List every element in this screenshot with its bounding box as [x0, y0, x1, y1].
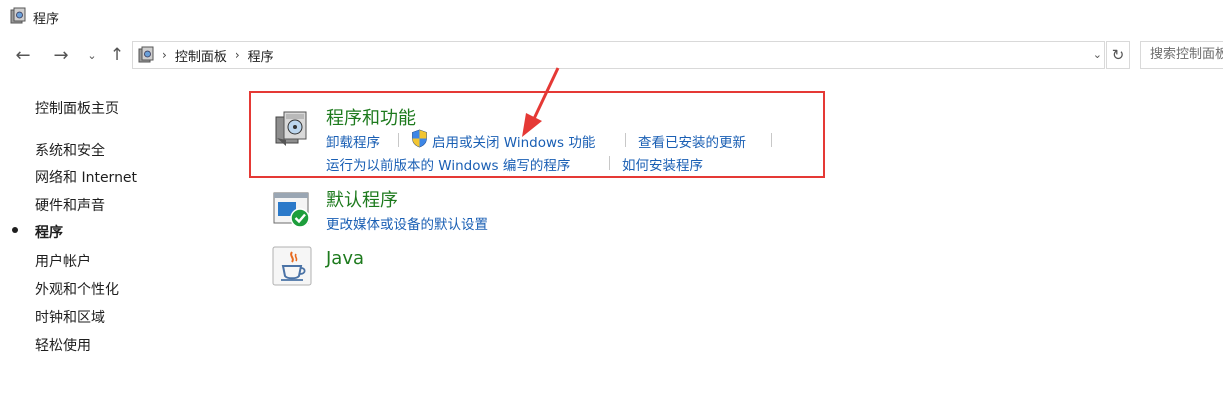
link-separator	[398, 133, 399, 147]
chevron-right-icon: ›	[162, 48, 167, 62]
title-bar: 程序	[0, 0, 1223, 34]
link-separator	[625, 133, 626, 147]
programs-features-title[interactable]: 程序和功能	[326, 104, 416, 130]
programs-icon	[138, 46, 154, 63]
java-icon	[272, 246, 312, 286]
sidebar-item-programs[interactable]: 程序	[35, 222, 63, 242]
sidebar-item-appearance[interactable]: 外观和个性化	[35, 279, 119, 299]
chevron-right-icon: ›	[234, 48, 240, 62]
breadcrumb-programs[interactable]: 程序	[248, 46, 274, 65]
uac-shield-icon	[412, 129, 427, 148]
annotation-arrow-icon	[522, 67, 560, 137]
forward-arrow-icon: →	[53, 44, 69, 66]
programs-icon	[10, 7, 26, 24]
recent-locations-button[interactable]: ⌄	[84, 42, 100, 68]
window-title: 程序	[33, 12, 60, 27]
back-arrow-icon: ←	[15, 44, 31, 66]
up-arrow-icon: ↑	[109, 45, 125, 65]
address-dropdown-icon[interactable]: ⌄	[1093, 48, 1102, 61]
link-separator	[771, 133, 772, 147]
sidebar-item-system-security[interactable]: 系统和安全	[35, 140, 105, 160]
up-button[interactable]: ↑	[104, 42, 130, 68]
forward-button[interactable]: →	[46, 42, 76, 68]
sidebar-item-clock-region[interactable]: 时钟和区域	[35, 307, 105, 327]
change-media-defaults-link[interactable]: 更改媒体或设备的默认设置	[326, 213, 488, 233]
chevron-down-icon: ⌄	[87, 48, 97, 62]
default-programs-title[interactable]: 默认程序	[326, 186, 398, 212]
sidebar-item-control-panel-home[interactable]: 控制面板主页	[35, 98, 119, 118]
how-to-install-link[interactable]: 如何安装程序	[622, 154, 703, 174]
uninstall-program-link[interactable]: 卸载程序	[326, 131, 380, 151]
sidebar-item-hardware-sound[interactable]: 硬件和声音	[35, 195, 105, 215]
breadcrumb-control-panel[interactable]: 控制面板	[175, 46, 227, 65]
programs-features-icon	[275, 111, 307, 146]
java-title[interactable]: Java	[326, 248, 364, 269]
refresh-button[interactable]: ↻	[1106, 41, 1130, 69]
default-programs-icon	[273, 192, 310, 228]
back-button[interactable]: ←	[8, 42, 38, 68]
link-separator	[609, 156, 610, 170]
view-installed-updates-link[interactable]: 查看已安装的更新	[638, 131, 746, 151]
active-bullet-icon	[12, 227, 18, 233]
sidebar-item-network-internet[interactable]: 网络和 Internet	[35, 167, 137, 187]
search-input[interactable]: 搜索控制面板	[1140, 41, 1223, 69]
refresh-icon: ↻	[1111, 46, 1125, 64]
sidebar-item-ease-of-access[interactable]: 轻松使用	[35, 335, 91, 355]
sidebar-item-user-accounts[interactable]: 用户帐户	[35, 251, 91, 271]
run-older-programs-link[interactable]: 运行为以前版本的 Windows 编写的程序	[326, 154, 570, 174]
address-bar[interactable]: › 控制面板 › 程序 ⌄	[132, 41, 1105, 69]
